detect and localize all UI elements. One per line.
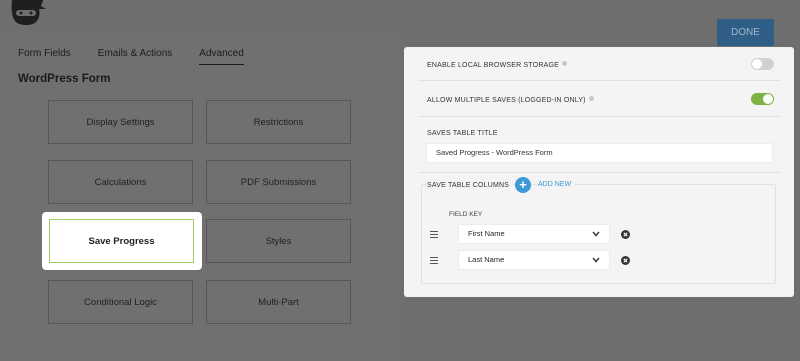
ninja-logo-icon (11, 0, 46, 25)
tile-pdf-submissions[interactable]: PDF Submissions (206, 160, 351, 204)
local-storage-toggle[interactable] (751, 58, 774, 70)
top-bar: DONE (0, 0, 800, 46)
divider (418, 116, 780, 117)
toggle-knob (763, 94, 773, 104)
builder-tabs: Form Fields Emails & Actions Advanced (18, 48, 271, 65)
chevron-down-icon (592, 257, 600, 263)
column-select-value: First Name (468, 229, 505, 238)
saves-table-title-input[interactable]: Saved Progress - WordPress Form (426, 143, 773, 163)
column-select-value: Last Name (468, 255, 505, 264)
drag-handle-icon[interactable] (430, 231, 438, 238)
remove-column-icon[interactable] (621, 230, 630, 239)
help-icon[interactable] (588, 96, 594, 101)
tab-emails-actions[interactable]: Emails & Actions (98, 48, 172, 65)
save-table-columns-label: SAVE TABLE COLUMNS (427, 182, 514, 189)
divider (418, 172, 780, 173)
tile-multi-part[interactable]: Multi-Part (206, 280, 351, 324)
drag-handle-icon[interactable] (430, 257, 438, 264)
tile-display-settings[interactable]: Display Settings (48, 100, 193, 144)
tab-form-fields[interactable]: Form Fields (18, 48, 71, 65)
chevron-down-icon (592, 231, 600, 237)
tab-advanced[interactable]: Advanced (199, 48, 244, 65)
remove-column-icon[interactable] (621, 256, 630, 265)
tile-restrictions[interactable]: Restrictions (206, 100, 351, 144)
column-select-first-name[interactable]: First Name (458, 224, 610, 244)
column-select-last-name[interactable]: Last Name (458, 250, 610, 270)
divider (418, 80, 780, 81)
multiple-saves-row: ALLOW MULTIPLE SAVES (LOGGED-IN ONLY) (427, 96, 594, 104)
tile-calculations[interactable]: Calculations (48, 160, 193, 204)
multiple-saves-label: ALLOW MULTIPLE SAVES (LOGGED-IN ONLY) (427, 97, 586, 104)
tile-save-progress[interactable]: Save Progress (49, 219, 194, 263)
help-icon[interactable] (562, 61, 568, 66)
tile-styles[interactable]: Styles (206, 219, 351, 263)
done-button[interactable]: DONE (717, 19, 774, 46)
tile-conditional-logic[interactable]: Conditional Logic (48, 280, 193, 324)
saves-table-title-label: SAVES TABLE TITLE (427, 130, 498, 137)
add-column-button[interactable]: + (515, 177, 531, 193)
field-key-header: FIELD KEY (449, 211, 483, 218)
add-new-link[interactable]: ADD NEW (538, 181, 576, 188)
multiple-saves-toggle[interactable] (751, 93, 774, 105)
local-storage-label: ENABLE LOCAL BROWSER STORAGE (427, 62, 560, 69)
form-title: WordPress Form (18, 73, 111, 85)
toggle-knob (752, 59, 762, 69)
local-storage-row: ENABLE LOCAL BROWSER STORAGE (427, 61, 568, 69)
